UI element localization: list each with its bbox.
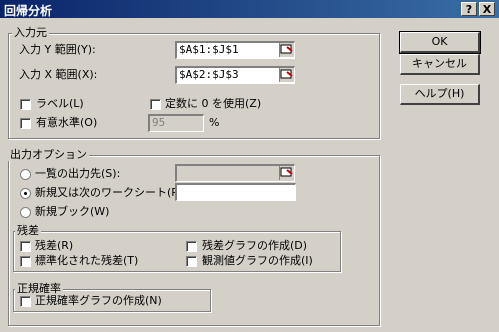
y-range-collapse-icon[interactable] <box>279 43 294 57</box>
residuals-checkbox[interactable] <box>20 241 31 252</box>
title-bar: 回帰分析 ? X <box>0 0 499 18</box>
line-fit-plots-checkbox[interactable] <box>186 256 197 267</box>
ok-button[interactable]: OK <box>399 31 481 54</box>
new-worksheet-label: 新規又は次のワークシート(P): <box>35 186 186 199</box>
confidence-level-input[interactable]: 95 <box>148 114 204 132</box>
output-range-label: 一覧の出力先(S): <box>35 167 121 180</box>
residual-plots-label: 残差グラフの作成(D) <box>202 239 308 252</box>
labels-label: ラベル(L) <box>36 97 84 110</box>
output-range-input[interactable] <box>175 164 295 182</box>
y-range-input[interactable]: $A$1:$J$1 <box>175 41 295 59</box>
standardized-residuals-checkbox[interactable] <box>20 256 31 267</box>
residuals-label: 残差(R) <box>35 239 74 252</box>
cancel-button[interactable]: キャンセル <box>400 54 480 75</box>
x-range-input[interactable]: $A$2:$J$3 <box>175 66 295 84</box>
input-group-label: 入力元 <box>12 26 49 39</box>
output-range-radio[interactable] <box>20 169 31 180</box>
confidence-level-checkbox[interactable] <box>20 118 31 129</box>
help-button[interactable]: ヘルプ(H) <box>400 84 480 105</box>
line-fit-plots-label: 観測値グラフの作成(I) <box>202 254 313 267</box>
constant-zero-checkbox[interactable] <box>150 99 161 110</box>
new-worksheet-input[interactable] <box>175 183 296 201</box>
output-group-label: 出力オプション <box>8 148 89 161</box>
residual-plots-checkbox[interactable] <box>186 241 197 252</box>
regression-dialog: 回帰分析 ? X 入力元 入力 Y 範囲(Y): $A$1:$J$1 入力 X … <box>0 0 499 332</box>
normal-probability-checkbox[interactable] <box>20 296 31 307</box>
labels-checkbox[interactable] <box>20 99 31 110</box>
confidence-level-label: 有意水準(O) <box>36 116 98 129</box>
output-range-collapse-icon[interactable] <box>279 166 294 180</box>
new-workbook-label: 新規ブック(W) <box>35 205 110 218</box>
close-title-button[interactable]: X <box>479 2 495 16</box>
new-workbook-radio[interactable] <box>20 207 31 218</box>
new-worksheet-radio[interactable] <box>20 188 31 199</box>
x-range-value: $A$2:$J$3 <box>179 68 239 81</box>
confidence-level-value: 95 <box>152 116 166 129</box>
standardized-residuals-label: 標準化された残差(T) <box>35 254 139 267</box>
window-title: 回帰分析 <box>4 4 53 18</box>
x-range-label: 入力 X 範囲(X): <box>19 68 98 81</box>
help-title-button[interactable]: ? <box>461 2 477 16</box>
y-range-label: 入力 Y 範囲(Y): <box>19 43 96 56</box>
residuals-group-label: 残差 <box>15 224 41 237</box>
x-range-collapse-icon[interactable] <box>279 68 294 82</box>
y-range-value: $A$1:$J$1 <box>179 43 239 56</box>
normal-probability-label: 正規確率グラフの作成(N) <box>35 294 162 307</box>
constant-zero-label: 定数に 0 を使用(Z) <box>165 97 262 110</box>
confidence-unit: % <box>209 116 220 129</box>
